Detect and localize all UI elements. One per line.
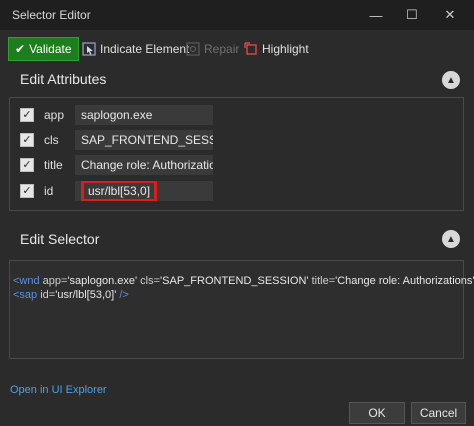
indicate-element-button[interactable]: Indicate Element	[76, 37, 195, 61]
chevron-up-icon[interactable]: ▲	[442, 230, 460, 248]
attr-value: 'saplogon.exe'	[67, 275, 138, 287]
title-bar: Selector Editor — ☐ ✕	[0, 0, 474, 30]
ok-button[interactable]: OK	[349, 402, 405, 424]
toolbar: ✔ Validate Indicate Element Repair Highl…	[0, 34, 474, 64]
repair-button[interactable]: Repair	[180, 37, 245, 61]
minimize-icon[interactable]: —	[358, 0, 394, 30]
attribute-value-field[interactable]: saplogon.exe	[75, 105, 213, 125]
attribute-row-title: ✓ title Change role: Authorizations	[10, 154, 463, 176]
validate-button[interactable]: ✔ Validate	[8, 37, 79, 61]
repair-icon	[186, 42, 200, 56]
selector-text-area[interactable]: <wnd app='saplogon.exe' cls='SAP_FRONTEN…	[9, 260, 474, 359]
tag-close: />	[119, 289, 129, 301]
selector-line-1: <wnd app='saplogon.exe' cls='SAP_FRONTEN…	[13, 275, 474, 287]
cancel-button[interactable]: Cancel	[411, 402, 466, 424]
highlight-label: Highlight	[262, 42, 309, 56]
attr-value: 'SAP_FRONTEND_SESSION'	[160, 275, 309, 287]
highlight-icon	[244, 42, 257, 55]
open-in-ui-explorer-link[interactable]: Open in UI Explorer	[10, 384, 107, 396]
window-title: Selector Editor	[12, 8, 91, 22]
attribute-name: id	[44, 184, 54, 198]
attr-key: app=	[42, 275, 68, 287]
validate-label: Validate	[29, 42, 72, 56]
tag-open: <wnd	[13, 275, 40, 287]
repair-label: Repair	[204, 42, 240, 56]
checkbox-title[interactable]: ✓	[20, 158, 34, 172]
checkbox-app[interactable]: ✓	[20, 108, 34, 122]
attribute-name: app	[44, 108, 65, 122]
chevron-up-icon[interactable]: ▲	[442, 71, 460, 89]
attribute-value-field[interactable]: Change role: Authorizations	[75, 155, 213, 175]
attribute-row-app: ✓ app saplogon.exe	[10, 104, 463, 126]
attribute-row-cls: ✓ cls SAP_FRONTEND_SESSION	[10, 129, 463, 151]
highlighted-value: usr/lbl[53,0]	[81, 181, 158, 201]
edit-attributes-heading: Edit Attributes	[20, 71, 107, 87]
attr-value: 'Change role: Authorizations'	[335, 275, 474, 287]
attribute-value-field[interactable]: usr/lbl[53,0]	[75, 181, 213, 201]
checkbox-id[interactable]: ✓	[20, 184, 34, 198]
attr-key: cls=	[140, 275, 161, 287]
selector-line-2: <sap id='usr/lbl[53,0]' />	[13, 289, 129, 301]
target-icon	[82, 42, 96, 56]
attribute-value-field[interactable]: SAP_FRONTEND_SESSION	[75, 130, 213, 150]
attribute-name: cls	[44, 133, 59, 147]
tag-open: <sap	[13, 289, 38, 301]
edit-selector-heading: Edit Selector	[20, 231, 100, 247]
attr-value: 'usr/lbl[53,0]'	[55, 289, 117, 301]
indicate-element-label: Indicate Element	[100, 42, 190, 56]
checkmark-icon: ✔	[15, 42, 26, 56]
maximize-icon[interactable]: ☐	[394, 0, 430, 30]
attributes-panel: ✓ app saplogon.exe ✓ cls SAP_FRONTEND_SE…	[9, 97, 464, 211]
attribute-name: title	[44, 158, 63, 172]
attr-key: title=	[311, 275, 336, 287]
attribute-row-id: ✓ id usr/lbl[53,0]	[10, 180, 463, 202]
close-icon[interactable]: ✕	[432, 0, 468, 30]
checkbox-cls[interactable]: ✓	[20, 133, 34, 147]
attr-key: id=	[40, 289, 56, 301]
highlight-button[interactable]: Highlight	[238, 37, 315, 61]
